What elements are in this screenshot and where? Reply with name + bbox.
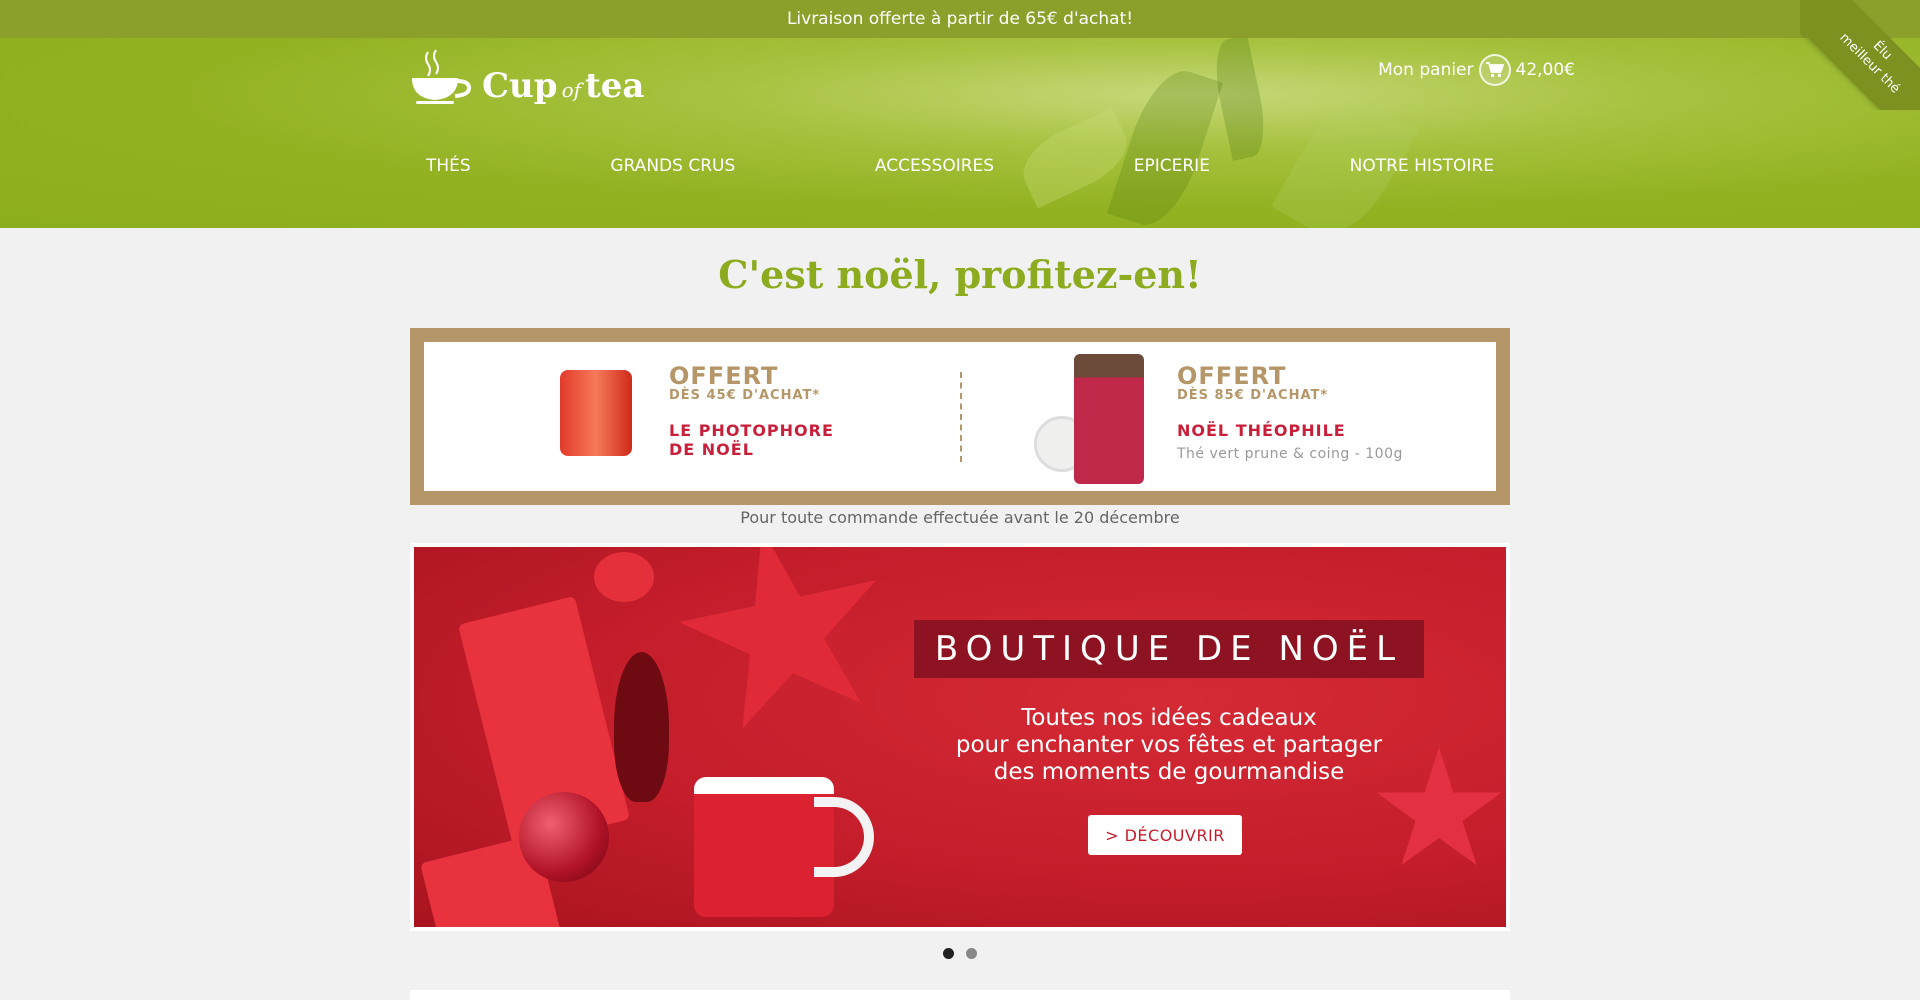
hero-description: Toutes nos idées cadeaux pour enchanter …: [955, 705, 1383, 785]
pine-cone-image: [614, 652, 669, 802]
award-ribbon: Élu meilleur thé: [1800, 0, 1920, 110]
candle-image: [560, 370, 632, 456]
nav-item-accessoires[interactable]: ACCESSOIRES: [875, 156, 994, 176]
offer-product: LE PHOTOPHORE DE NOËL: [669, 421, 834, 459]
offer-banner[interactable]: OFFERT DÈS 45€ D'ACHAT* LE PHOTOPHORE DE…: [410, 328, 1510, 505]
nav-item-epicerie[interactable]: EPICERIE: [1134, 156, 1210, 176]
promo-bar: Livraison offerte à partir de 65€ d'acha…: [0, 0, 1920, 38]
offer-threshold: DÈS 45€ D'ACHAT*: [669, 388, 821, 403]
nav-item-grands-crus[interactable]: GRANDS CRUS: [610, 156, 735, 176]
offer-detail: Thé vert prune & coing - 100g: [1177, 446, 1403, 462]
teacup-icon: [410, 48, 474, 108]
mug-image: [694, 777, 834, 917]
cart-widget[interactable]: Mon panier 42,00€: [1378, 54, 1575, 86]
logo-text: Cup of tea: [482, 66, 645, 106]
site-header: Cup of tea Mon panier 42,00€ THÉS GRANDS C…: [0, 38, 1920, 228]
discover-button[interactable]: > DÉCOUVRIR: [1088, 815, 1242, 855]
ornament-decoration: [594, 552, 654, 602]
offer-title: OFFERT: [669, 362, 779, 390]
offer-2: OFFERT DÈS 85€ D'ACHAT* NOËL THÉOPHILE T…: [1177, 362, 1403, 462]
carousel-dots: [0, 948, 1920, 959]
cart-icon: [1478, 54, 1511, 86]
mug-handle: [814, 797, 874, 877]
carousel-dot-2[interactable]: [966, 948, 977, 959]
offer-1: OFFERT DÈS 45€ D'ACHAT* LE PHOTOPHORE DE…: [669, 362, 834, 459]
main-nav: THÉS GRANDS CRUS ACCESSOIRES EPICERIE NO…: [410, 156, 1510, 176]
promo-text: Livraison offerte à partir de 65€ d'acha…: [786, 9, 1134, 29]
cart-amount: 42,00€: [1515, 60, 1575, 80]
offer-divider: [960, 372, 962, 462]
tea-tin-image: [1074, 354, 1144, 484]
cart-label: Mon panier: [1378, 60, 1474, 80]
offer-product: NOËL THÉOPHILE: [1177, 421, 1346, 440]
nav-item-thes[interactable]: THÉS: [426, 156, 471, 176]
carousel-dot-1[interactable]: [943, 948, 954, 959]
offer-note: Pour toute commande effectuée avant le 2…: [740, 508, 1180, 527]
offer-threshold: DÈS 85€ D'ACHAT*: [1177, 388, 1329, 403]
site-logo[interactable]: Cup of tea: [410, 38, 644, 108]
next-section-edge: [410, 990, 1510, 1000]
offer-title: OFFERT: [1177, 362, 1287, 390]
hero-title: BOUTIQUE DE NOËL: [914, 620, 1424, 678]
christmas-ball-image: [519, 792, 609, 882]
hero-slide[interactable]: BOUTIQUE DE NOËL Toutes nos idées cadeau…: [410, 543, 1510, 931]
nav-item-notre-histoire[interactable]: NOTRE HISTOIRE: [1350, 156, 1494, 176]
page-headline: C'est noël, profitez-en!: [718, 252, 1202, 297]
